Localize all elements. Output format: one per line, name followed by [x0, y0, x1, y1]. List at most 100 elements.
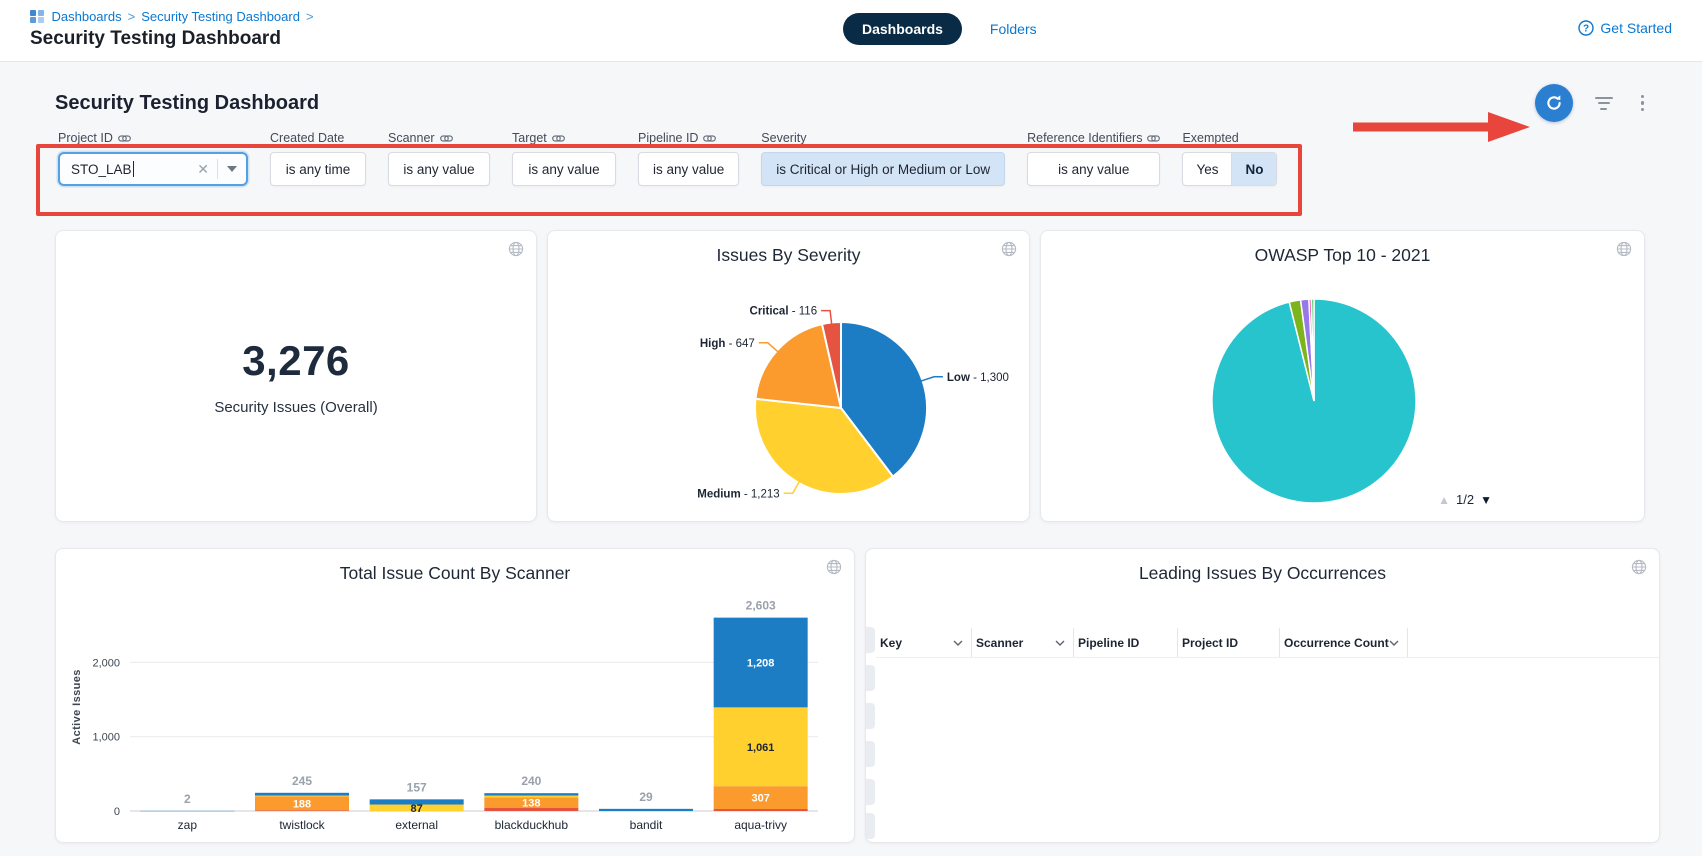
- owasp-pie-chart[interactable]: [1041, 267, 1646, 517]
- x-category-label: zap: [178, 818, 198, 832]
- scanner-bar-title: Total Issue Count By Scanner: [56, 563, 854, 584]
- bar-segment-bandit-blue-segment[interactable]: [599, 809, 693, 811]
- column-header-occurrence-count[interactable]: Occurrence Count: [1280, 628, 1408, 657]
- column-label: Pipeline ID: [1078, 636, 1139, 650]
- filter-label: Created Date: [270, 131, 344, 145]
- pie-label-connector: [759, 343, 779, 352]
- bar-segment-label: 138: [522, 798, 540, 810]
- get-started-label: Get Started: [1600, 20, 1672, 36]
- filter-created-date: Created Date is any time: [270, 130, 366, 186]
- globe-icon[interactable]: [508, 241, 524, 262]
- created-date-filter-button[interactable]: is any time: [270, 152, 366, 186]
- skeleton-stub: [866, 741, 875, 767]
- bar-segment-twistlock-blue-segment[interactable]: [255, 793, 349, 796]
- overall-issue-caption: Security Issues (Overall): [214, 399, 377, 416]
- exempted-toggle: Yes No: [1182, 152, 1277, 186]
- severity-filter-button[interactable]: is Critical or High or Medium or Low: [761, 152, 1005, 186]
- link-icon: [1147, 134, 1160, 143]
- filter-label: Severity: [761, 131, 806, 145]
- owasp-top10-card: OWASP Top 10 - 2021 ▲ 1/2 ▼: [1040, 230, 1645, 522]
- column-header-scanner[interactable]: Scanner: [972, 628, 1074, 657]
- scanner-bar-chart[interactable]: 01,0002,000Active Issues2zap188245twistl…: [66, 583, 846, 841]
- exempted-yes-option[interactable]: Yes: [1183, 153, 1231, 185]
- chevron-down-icon[interactable]: [227, 166, 237, 172]
- bar-segment-blackduckhub-blue-segment[interactable]: [484, 793, 578, 795]
- filter-label: Exempted: [1182, 131, 1238, 145]
- bar-segment-blackduckhub-yellow-segment[interactable]: [484, 796, 578, 798]
- scanner-filter-button[interactable]: is any value: [388, 152, 490, 186]
- project-id-input[interactable]: STO_LAB ✕: [58, 152, 248, 186]
- dashboard-filters-icon[interactable]: [1595, 97, 1613, 110]
- refresh-button[interactable]: [1535, 84, 1573, 122]
- skeleton-stub: [866, 703, 875, 729]
- issues-by-severity-card: Issues By Severity Low - 1,300Medium - 1…: [547, 230, 1030, 522]
- bar-total-label: 157: [407, 780, 427, 794]
- bar-total-label: 2,603: [746, 599, 776, 613]
- column-label: Scanner: [976, 636, 1023, 650]
- breadcrumb-separator: >: [306, 9, 314, 24]
- y-axis-label: Active Issues: [71, 669, 83, 745]
- bar-segment-label: 307: [751, 793, 769, 805]
- filter-label: Pipeline ID: [638, 131, 698, 145]
- x-category-label: external: [395, 818, 438, 832]
- bar-segment-twistlock-yellow-segment[interactable]: [255, 796, 349, 797]
- breadcrumb-dashboards[interactable]: Dashboards: [52, 9, 122, 24]
- filter-label: Project ID: [58, 131, 113, 145]
- tab-dashboards[interactable]: Dashboards: [843, 13, 962, 45]
- globe-icon[interactable]: [826, 559, 842, 580]
- pie-label-connector: [921, 377, 943, 381]
- filter-label: Scanner: [388, 131, 435, 145]
- question-circle-icon: ?: [1578, 20, 1594, 36]
- filter-label: Reference Identifiers: [1027, 131, 1142, 145]
- owasp-pagination: ▲ 1/2 ▼: [1438, 492, 1492, 507]
- bar-segment-label: 188: [293, 798, 311, 810]
- filter-reference-identifiers: Reference Identifiers is any value: [1027, 130, 1160, 186]
- page-up-icon[interactable]: ▲: [1438, 493, 1450, 507]
- skeleton-stub: [866, 813, 875, 839]
- top-bar: Dashboards > Security Testing Dashboard …: [0, 0, 1702, 62]
- pie-slice-label: Low - 1,300: [947, 372, 1009, 384]
- filter-target: Target is any value: [512, 130, 616, 186]
- globe-icon[interactable]: [1616, 241, 1632, 262]
- filter-bar: Project ID STO_LAB ✕ Created Date is any…: [58, 130, 1702, 186]
- exempted-no-option[interactable]: No: [1231, 153, 1276, 185]
- more-options-kebab-icon[interactable]: [1635, 93, 1651, 114]
- bar-segment-aqua-trivy-red-segment[interactable]: [714, 809, 808, 811]
- pipeline-id-filter-button[interactable]: is any value: [638, 152, 739, 186]
- filter-project-id: Project ID STO_LAB ✕: [58, 130, 248, 186]
- severity-pie-chart[interactable]: Low - 1,300Medium - 1,213High - 647Criti…: [548, 267, 1031, 517]
- bar-total-label: 2: [184, 792, 191, 806]
- security-issues-overall-card: 3,276 Security Issues (Overall): [55, 230, 537, 522]
- x-category-label: bandit: [630, 818, 663, 832]
- project-id-value: STO_LAB: [71, 162, 132, 177]
- breadcrumb-separator: >: [128, 9, 136, 24]
- breadcrumb-current-dashboard[interactable]: Security Testing Dashboard: [141, 9, 300, 24]
- x-category-label: blackduckhub: [495, 818, 569, 832]
- page-down-icon[interactable]: ▼: [1480, 493, 1492, 507]
- page-title: Security Testing Dashboard: [30, 28, 281, 50]
- owasp-pie-title: OWASP Top 10 - 2021: [1041, 245, 1644, 266]
- reference-identifiers-filter-button[interactable]: is any value: [1027, 152, 1160, 186]
- globe-icon[interactable]: [1001, 241, 1017, 262]
- link-icon: [118, 134, 131, 143]
- bar-segment-label: 1,061: [747, 742, 775, 754]
- leading-issues-title: Leading Issues By Occurrences: [866, 563, 1659, 584]
- bar-segment-twistlock-red-segment[interactable]: [255, 810, 349, 811]
- y-tick-label: 2,000: [92, 657, 120, 669]
- severity-pie-title: Issues By Severity: [548, 245, 1029, 266]
- tab-folders[interactable]: Folders: [990, 21, 1037, 37]
- sort-chevron-icon: [1389, 640, 1399, 646]
- get-started-link[interactable]: ? Get Started: [1578, 20, 1672, 36]
- dashboards-grid-icon: [30, 10, 44, 24]
- x-category-label: twistlock: [279, 818, 325, 832]
- column-header-project-id[interactable]: Project ID: [1178, 628, 1280, 657]
- column-header-key[interactable]: Key: [876, 628, 972, 657]
- column-header-pipeline-id[interactable]: Pipeline ID: [1074, 628, 1178, 657]
- globe-icon[interactable]: [1631, 559, 1647, 580]
- link-icon: [552, 134, 565, 143]
- filter-scanner: Scanner is any value: [388, 130, 490, 186]
- bar-segment-external-blue-segment[interactable]: [370, 799, 464, 804]
- target-filter-button[interactable]: is any value: [512, 152, 616, 186]
- column-label: Occurrence Count: [1284, 636, 1389, 650]
- clear-icon[interactable]: ✕: [197, 161, 209, 178]
